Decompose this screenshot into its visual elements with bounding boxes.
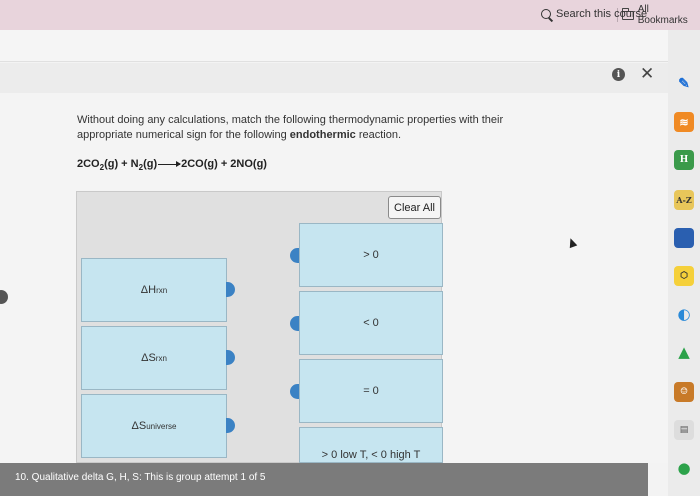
search-course-label: Search this course: [556, 8, 648, 20]
property-delta-s-rxn[interactable]: ΔS rxn: [81, 326, 227, 390]
note-extension-icon[interactable]: ▤: [674, 420, 694, 440]
value-less-than-zero[interactable]: < 0: [299, 291, 443, 355]
clear-all-button[interactable]: Clear All: [388, 196, 441, 219]
h-extension-icon[interactable]: H: [674, 150, 694, 170]
connector-tab-left[interactable]: [290, 384, 299, 399]
drive-extension-icon[interactable]: ▲: [674, 342, 694, 362]
search-icon: [541, 9, 551, 19]
attempt-status-text: 10. Qualitative delta G, H, S: This is g…: [15, 472, 266, 483]
hex-extension-icon[interactable]: ⬡: [674, 266, 694, 286]
drop-extension-icon[interactable]: ◐: [674, 304, 694, 324]
property-delta-h-rxn[interactable]: ΔH rxn: [81, 258, 227, 322]
instructions-bold: endothermic: [289, 129, 356, 141]
value-greater-than-zero[interactable]: > 0: [299, 223, 443, 287]
value-equal-zero[interactable]: = 0: [299, 359, 443, 423]
a-z-extension-icon[interactable]: A-Z: [674, 190, 694, 210]
value-temperature-dependent[interactable]: > 0 low T, < 0 high T: [299, 427, 443, 463]
property-delta-s-universe[interactable]: ΔS universe: [81, 394, 227, 458]
connector-tab-left[interactable]: [290, 248, 299, 263]
close-icon[interactable]: ✕: [640, 64, 654, 84]
circle-extension-icon[interactable]: ●: [674, 458, 694, 478]
book-extension-icon[interactable]: [674, 228, 694, 248]
question-instructions: Without doing any calculations, match th…: [77, 114, 504, 141]
connector-tab-left[interactable]: [290, 316, 299, 331]
question-toolbar: [0, 63, 668, 93]
reaction-arrow-icon: [158, 160, 182, 167]
person-extension-icon[interactable]: ☺: [674, 382, 694, 402]
pen-extension-icon[interactable]: ✎: [674, 74, 694, 94]
search-course-button[interactable]: Search this course: [541, 8, 647, 20]
info-icon[interactable]: i: [612, 68, 625, 81]
reaction-equation: 2CO2(g) + N2(g) 2CO(g) + 2NO(g): [77, 158, 267, 173]
rss-extension-icon[interactable]: ≋: [674, 112, 694, 132]
course-header: [0, 30, 668, 62]
